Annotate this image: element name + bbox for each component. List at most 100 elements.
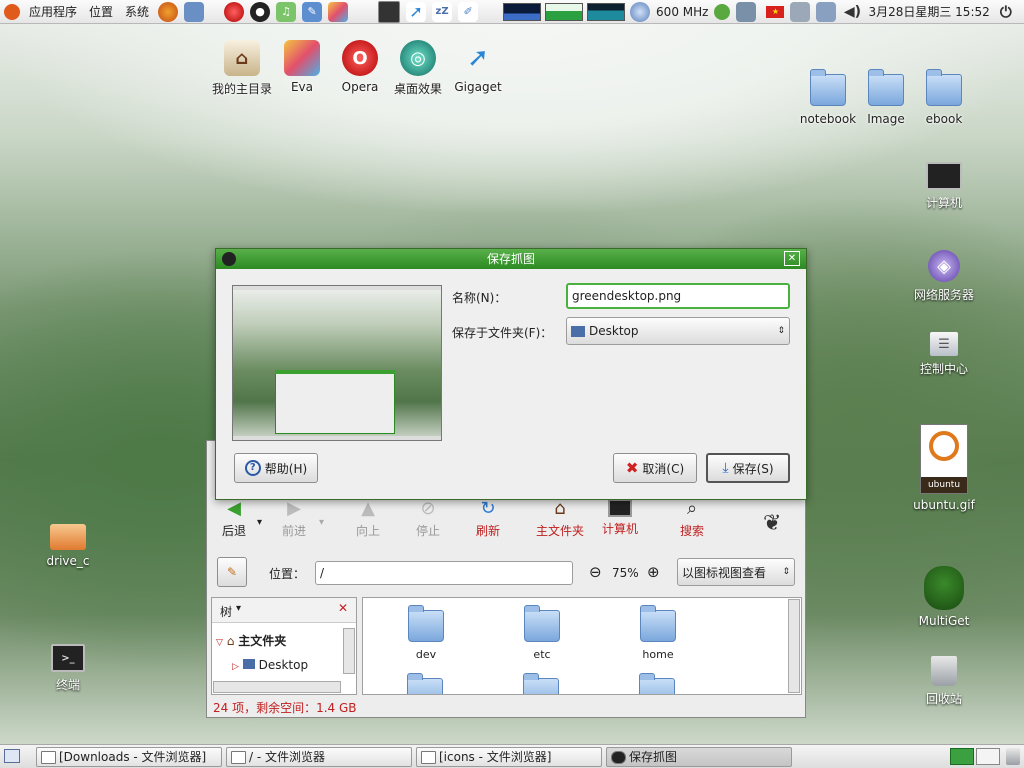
taskbar-item-root[interactable]: / - 文件浏览器 — [226, 747, 412, 767]
power-icon[interactable]: ⏻ — [996, 2, 1016, 22]
search-button[interactable]: ⌕ 搜索 — [665, 499, 719, 539]
folder-icon[interactable] — [523, 673, 559, 694]
gigaget-icon[interactable]: ➚ — [406, 1, 427, 22]
desktop-ebook[interactable]: ebook — [908, 69, 980, 126]
window-menu-icon[interactable] — [222, 252, 236, 266]
close-sidebar-icon[interactable]: ✕ — [338, 601, 348, 615]
menu-applications[interactable]: 应用程序 — [23, 0, 83, 24]
desktop-drive-c[interactable]: drive_c — [32, 524, 104, 568]
sidebar-hscrollbar[interactable] — [213, 681, 341, 693]
save-button[interactable]: ⤓ 保存(S) — [706, 453, 790, 483]
reload-icon: ↻ — [480, 498, 496, 519]
gnome-foot-icon: ❦ — [763, 511, 782, 536]
expander-closed-icon[interactable]: ▷ — [232, 662, 239, 672]
display-icon[interactable] — [816, 1, 837, 22]
home-label: 主文件夹 — [535, 524, 584, 538]
sidebar-mode-chevron-icon[interactable]: ▾ — [236, 603, 241, 614]
desktop-gigaget[interactable]: ➚ Gigaget — [442, 40, 514, 94]
forward-button[interactable]: ▶ 前进 — [267, 499, 321, 539]
location-input[interactable]: / — [315, 561, 573, 585]
desktop-multiget[interactable]: MultiGet — [908, 566, 980, 628]
close-icon[interactable]: ✕ — [784, 251, 800, 266]
eva-icon[interactable] — [328, 1, 349, 22]
folder-icon[interactable] — [407, 673, 443, 694]
zoom-level[interactable]: 75% — [612, 566, 639, 580]
network-graph — [587, 2, 626, 21]
workspace-2[interactable] — [976, 748, 1000, 765]
network-status-icon[interactable] — [736, 1, 757, 22]
tree-desktop-label: Desktop — [258, 658, 309, 672]
help-button[interactable]: ? 帮助(H) — [234, 453, 318, 483]
help-button-label: 帮助(H) — [264, 461, 308, 476]
gigaget-icon: ➚ — [467, 43, 489, 73]
sidebar-mode-select[interactable]: 树 — [220, 603, 232, 620]
folder-select[interactable]: Desktop ⇕ — [566, 317, 790, 345]
file-item[interactable]: dev — [391, 605, 461, 661]
tree-item-home[interactable]: ▽ ⌂ 主文件夹 — [216, 632, 286, 649]
back-history-chevron-icon[interactable]: ▾ — [257, 517, 262, 528]
binoculars-icon: ⌕ — [686, 498, 698, 519]
cpu-freq-icon — [630, 1, 651, 22]
icon-view: dev etc home — [362, 597, 802, 695]
menu-places[interactable]: 位置 — [83, 0, 119, 24]
clock[interactable]: 3月28日星期三 15:52 — [865, 3, 992, 20]
file-item[interactable]: etc — [507, 605, 577, 661]
desktop-ubuntu-gif[interactable]: ubuntu ubuntu.gif — [908, 424, 980, 512]
user-icon[interactable] — [714, 3, 731, 20]
zoom-in-icon[interactable]: ⊕ — [647, 563, 660, 581]
dialog-titlebar[interactable]: 保存抓图 ✕ — [216, 249, 806, 269]
terminal-launcher-icon[interactable] — [378, 0, 401, 23]
taskbar-item-label: [Downloads - 文件浏览器] — [59, 750, 207, 764]
view-mode-value: 以图标视图查看 — [682, 565, 767, 580]
file-item[interactable]: home — [623, 605, 693, 661]
desktop-control[interactable]: ☰ 控制中心 — [908, 332, 980, 377]
up-button[interactable]: ▲ 向上 — [341, 499, 395, 539]
sidebar-vscrollbar[interactable] — [343, 628, 355, 674]
zoom-out-icon[interactable]: ⊖ — [589, 563, 602, 581]
taskbar-item-save-screenshot[interactable]: 保存抓图 — [606, 747, 792, 767]
desktop-ebook-label: ebook — [925, 112, 963, 126]
back-button[interactable]: ◀ 后退 — [207, 499, 261, 539]
folder-icon[interactable] — [639, 673, 675, 694]
folder-icon — [524, 605, 560, 642]
computer-button[interactable]: 计算机 — [593, 499, 647, 537]
ubuntu-logo-text: ubuntu — [921, 477, 967, 493]
music-icon[interactable]: ♫ — [276, 1, 297, 22]
menu-system[interactable]: 系统 — [119, 0, 155, 24]
workspace-1[interactable] — [950, 748, 974, 765]
view-mode-select[interactable]: 以图标视图查看 ⇕ — [677, 558, 795, 586]
reload-button[interactable]: ↻ 刷新 — [461, 499, 515, 539]
sidebar-header: 树 ▾ ✕ — [212, 598, 356, 623]
ubuntu-logo-icon[interactable] — [4, 3, 20, 20]
expander-open-icon[interactable]: ▽ — [216, 638, 223, 648]
firefox-icon[interactable] — [158, 1, 179, 22]
desktop-network[interactable]: ◈ 网络服务器 — [908, 250, 980, 303]
launcher-icon[interactable] — [184, 1, 205, 22]
desktop-trash[interactable]: 回收站 — [908, 656, 980, 707]
color-picker-icon[interactable]: ✐ — [458, 1, 479, 22]
filename-input[interactable]: greendesktop.png — [566, 283, 790, 309]
home-button[interactable]: ⌂ 主文件夹 — [533, 499, 587, 539]
taskbar-item-downloads[interactable]: [Downloads - 文件浏览器] — [36, 747, 222, 767]
folder-label: 保存于文件夹(F)： — [452, 326, 553, 340]
desktop-terminal[interactable]: >_ 终端 — [32, 644, 104, 693]
record-icon[interactable]: ● — [250, 1, 271, 22]
forward-history-chevron-icon[interactable]: ▾ — [319, 517, 324, 528]
opera-icon[interactable] — [224, 1, 245, 22]
edit-icon: ✎ — [226, 565, 238, 579]
cancel-button[interactable]: ✖ 取消(C) — [613, 453, 697, 483]
tree-item-desktop[interactable]: ▷ Desktop — [232, 658, 308, 672]
taskbar-item-icons[interactable]: [icons - 文件浏览器] — [416, 747, 602, 767]
desktop-computer[interactable]: 计算机 — [908, 162, 980, 211]
system-tray-icon[interactable] — [790, 1, 811, 22]
file-manager-icon — [421, 751, 436, 764]
icon-view-scrollbar[interactable] — [788, 599, 800, 693]
show-desktop-icon[interactable] — [4, 749, 20, 763]
volume-icon[interactable]: ◀) — [842, 2, 862, 22]
sleep-icon[interactable]: zZ — [432, 1, 453, 22]
toggle-location-button[interactable]: ✎ — [217, 557, 247, 587]
tools-icon[interactable]: ✎ — [302, 1, 323, 22]
stop-button[interactable]: ⊘ 停止 — [401, 499, 455, 539]
trash-applet-icon[interactable] — [1006, 748, 1020, 765]
china-flag-icon[interactable]: ★ — [766, 5, 785, 18]
